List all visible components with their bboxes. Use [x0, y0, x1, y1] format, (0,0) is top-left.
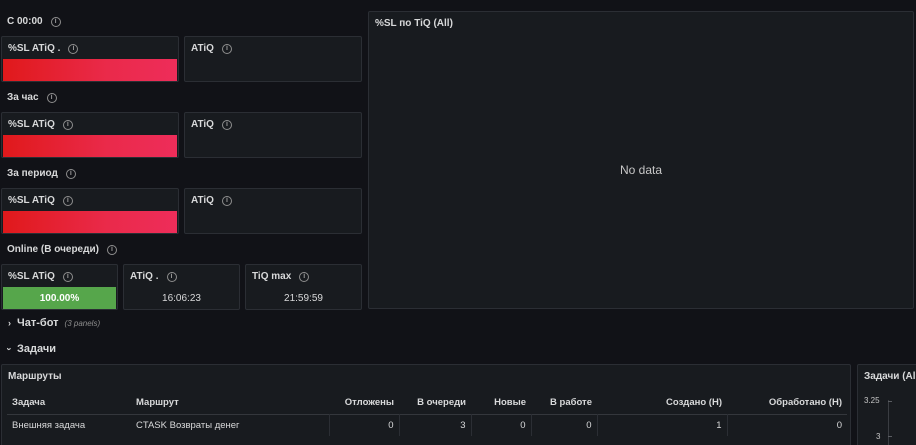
section-online: Online (В очереди) i: [7, 244, 117, 255]
section-per-hour: За час i: [7, 92, 57, 103]
stat-panel-tiq-max-online[interactable]: TiQ max i 21:59:59: [245, 264, 362, 310]
stat-panel-sl-atiq-since-midnight[interactable]: %SL ATiQ . i: [1, 36, 179, 82]
panel-title: ATiQ: [191, 119, 214, 130]
column-header-in-progress[interactable]: В работе: [531, 392, 597, 414]
panel-title: ATiQ: [191, 195, 214, 206]
table-header-row: Задача Маршрут Отложены В очереди Новые …: [7, 392, 847, 414]
red-value-bar: [3, 59, 177, 81]
stat-panel-atiq-online[interactable]: ATiQ . i 16:06:23: [123, 264, 240, 310]
panel-header: %SL ATiQ i: [8, 271, 73, 282]
panel-header: Задачи (All: [864, 371, 916, 382]
panel-header: %SL по TiQ (All): [375, 18, 453, 29]
column-header-new[interactable]: Новые: [471, 392, 531, 414]
cell-created: 1: [597, 413, 728, 436]
info-icon[interactable]: i: [50, 16, 61, 27]
section-title: С 00:00: [7, 16, 43, 27]
info-icon[interactable]: i: [62, 119, 73, 130]
column-header-created[interactable]: Создано (H): [597, 392, 727, 414]
info-icon[interactable]: i: [68, 43, 79, 54]
section-since-midnight: С 00:00 i: [7, 16, 61, 27]
panel-header: TiQ max i: [252, 271, 310, 282]
panel-header: ATiQ i: [191, 43, 232, 54]
column-header-route[interactable]: Маршрут: [131, 392, 329, 414]
info-icon[interactable]: i: [166, 271, 177, 282]
panel-title: Маршруты: [8, 371, 62, 382]
stat-panel-atiq-per-period[interactable]: ATiQ i: [184, 188, 362, 234]
panel-title: ATiQ .: [130, 271, 159, 282]
section-title: Online (В очереди): [7, 244, 99, 255]
cell-task: Внешняя задача: [7, 413, 131, 436]
panel-header: ATiQ . i: [130, 271, 177, 282]
column-header-postponed[interactable]: Отложены: [329, 392, 399, 414]
section-title: За период: [7, 168, 58, 179]
stat-panel-atiq-since-midnight[interactable]: ATiQ i: [184, 36, 362, 82]
stat-panel-atiq-per-hour[interactable]: ATiQ i: [184, 112, 362, 158]
column-header-task[interactable]: Задача: [7, 392, 131, 414]
row-title: Чат-бот: [17, 317, 59, 329]
panel-header: Маршруты: [8, 371, 62, 382]
table-panel-routes[interactable]: Маршруты Задача Маршрут Отложены В очере…: [1, 364, 851, 445]
panel-header: ATiQ i: [191, 195, 232, 206]
info-icon[interactable]: i: [46, 92, 57, 103]
row-chatbot[interactable]: › Чат-бот (3 panels): [8, 317, 100, 329]
stat-value: 16:06:23: [162, 293, 201, 304]
panel-header: %SL ATiQ i: [8, 195, 73, 206]
column-header-processed[interactable]: Обработано (H): [727, 392, 847, 414]
section-per-period: За период i: [7, 168, 76, 179]
y-tick-mark: [888, 401, 892, 402]
cell-postponed: 0: [329, 413, 400, 436]
stat-panel-sl-atiq-per-period[interactable]: %SL ATiQ i: [1, 188, 179, 234]
info-icon[interactable]: i: [221, 43, 232, 54]
stat-panel-sl-atiq-online[interactable]: %SL ATiQ i 100.00%: [1, 264, 118, 310]
y-axis-line: [888, 400, 889, 445]
panel-header: %SL ATiQ . i: [8, 43, 79, 54]
panel-title: Задачи (All: [864, 371, 916, 382]
red-value-bar: [3, 211, 177, 233]
panel-title: %SL ATiQ: [8, 119, 55, 130]
cell-in-progress: 0: [531, 413, 598, 436]
y-tick-label: 3.25: [864, 396, 880, 405]
chart-panel-tasks[interactable]: Задачи (All 3.25 3: [857, 364, 916, 445]
panel-title: %SL ATiQ .: [8, 43, 61, 54]
panel-header: ATiQ i: [191, 119, 232, 130]
panel-title: ATiQ: [191, 43, 214, 54]
no-data-message: No data: [619, 163, 663, 177]
red-value-bar: [3, 135, 177, 157]
chevron-right-icon: ›: [8, 318, 11, 328]
cell-processed: 0: [727, 413, 847, 436]
info-icon[interactable]: i: [62, 271, 73, 282]
stat-value: 21:59:59: [284, 293, 323, 304]
y-tick-mark: [888, 436, 892, 437]
cell-in-queue: 3: [399, 413, 472, 436]
green-value-bar: 100.00%: [3, 287, 116, 309]
routes-table: Задача Маршрут Отложены В очереди Новые …: [7, 392, 847, 436]
info-icon[interactable]: i: [65, 168, 76, 179]
info-icon[interactable]: i: [221, 119, 232, 130]
cell-route: CTASK Возвраты денег: [131, 413, 330, 436]
panel-header: %SL ATiQ i: [8, 119, 73, 130]
row-tasks[interactable]: › Задачи: [4, 343, 56, 355]
table-row[interactable]: Внешняя задача CTASK Возвраты денег 0 3 …: [7, 413, 847, 436]
column-header-in-queue[interactable]: В очереди: [399, 392, 471, 414]
info-icon[interactable]: i: [221, 195, 232, 206]
section-title: За час: [7, 92, 39, 103]
panel-title: TiQ max: [252, 271, 292, 282]
info-icon[interactable]: i: [299, 271, 310, 282]
chart-panel-sl-by-tiq[interactable]: %SL по TiQ (All) No data: [368, 11, 914, 309]
y-tick-label: 3: [876, 432, 881, 441]
row-title: Задачи: [17, 343, 56, 355]
chevron-down-icon: ›: [4, 347, 15, 351]
panel-title: %SL по TiQ (All): [375, 18, 453, 29]
row-subtitle: (3 panels): [64, 319, 101, 328]
cell-new: 0: [471, 413, 532, 436]
panel-title: %SL ATiQ: [8, 195, 55, 206]
info-icon[interactable]: i: [106, 244, 117, 255]
stat-panel-sl-atiq-per-hour[interactable]: %SL ATiQ i: [1, 112, 179, 158]
info-icon[interactable]: i: [62, 195, 73, 206]
panel-title: %SL ATiQ: [8, 271, 55, 282]
